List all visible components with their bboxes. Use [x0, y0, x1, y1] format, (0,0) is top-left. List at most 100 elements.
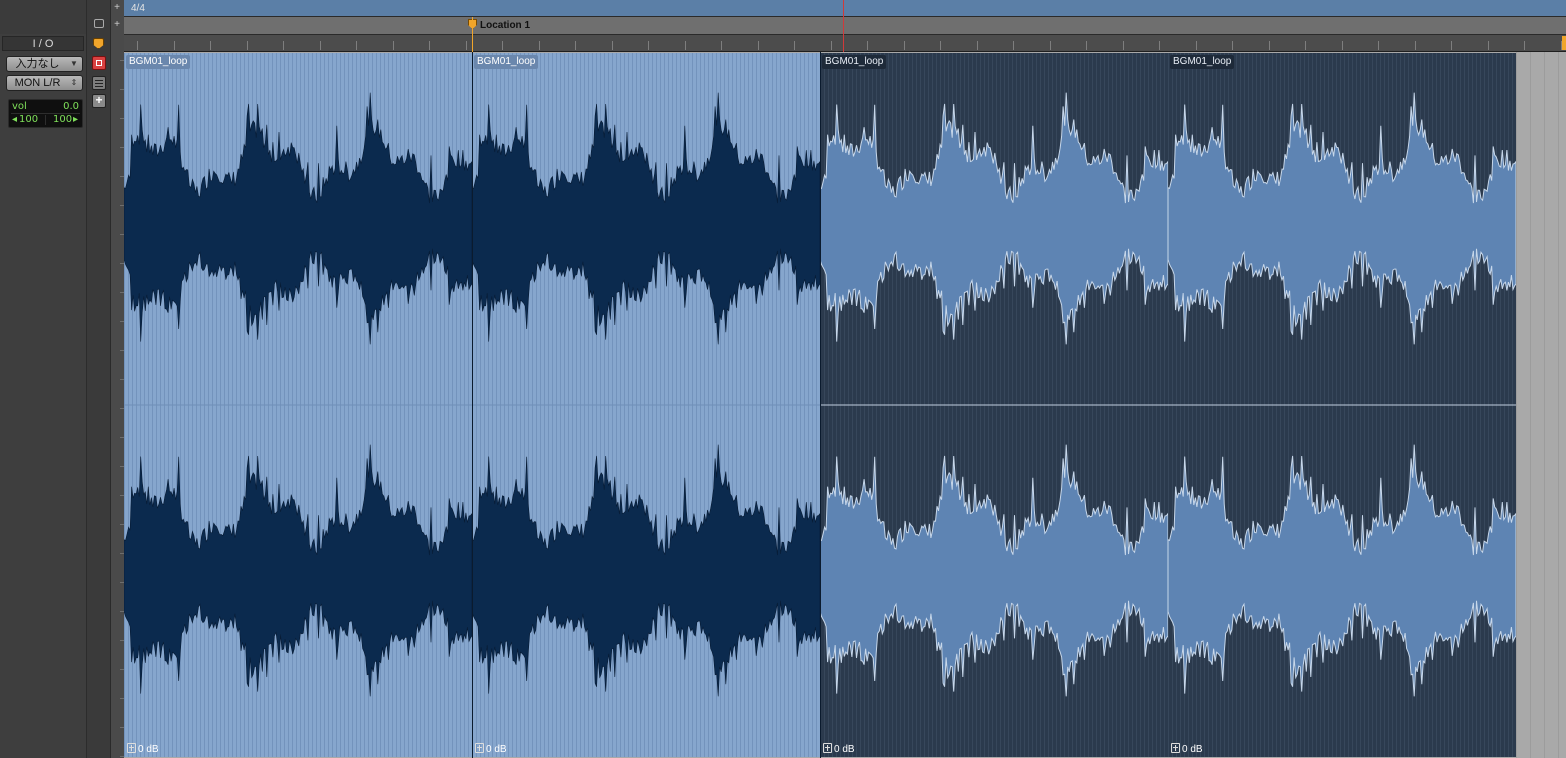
timeline-tick [1159, 41, 1160, 50]
audio-clip[interactable]: BGM01_loop 0 dB [472, 53, 820, 757]
timeline-tick [320, 41, 321, 50]
clip-boundary [820, 52, 821, 758]
timeline-tick [466, 41, 467, 50]
timeline-tick [977, 41, 978, 50]
clip-name: BGM01_loop [474, 55, 539, 69]
record-enable-glyph [96, 60, 102, 66]
clip-gain-icon [1171, 743, 1180, 753]
pan-row: ◂ 100 100 ▸ [11, 113, 80, 126]
grid-line [1544, 52, 1545, 758]
add-icon[interactable]: + [92, 94, 106, 108]
comment-lines [95, 80, 103, 81]
clip-name: BGM01_loop [822, 55, 887, 69]
location-marker-label: Location 1 [480, 20, 531, 31]
timeline-tick [1342, 41, 1343, 50]
timeline-tick [502, 41, 503, 50]
timeline-tick [685, 41, 686, 50]
track-header-panel: I / O 入力なし ▼ MON L/R ⇕ vol 0.0 ◂ 100 100… [0, 0, 86, 758]
timeline-tick [1050, 41, 1051, 50]
edit-window: I / O 入力なし ▼ MON L/R ⇕ vol 0.0 ◂ 100 100… [0, 0, 1566, 758]
timeline-tick [393, 41, 394, 50]
track-controls-column: + [86, 0, 110, 758]
pan-right-arrow-icon: ▸ [73, 114, 79, 125]
output-selector[interactable]: MON L/R ⇕ [6, 75, 83, 91]
marker-ruler[interactable]: Location 1 [124, 17, 1566, 35]
audio-clip[interactable]: BGM01_loop 0 dB [124, 53, 472, 757]
io-header: I / O [2, 36, 84, 51]
pan-right-value[interactable]: 100 [53, 114, 72, 126]
input-selector-label: 入力なし [15, 58, 60, 70]
timeline-tick [721, 41, 722, 50]
clip-gain-icon [475, 743, 484, 753]
audio-clip[interactable]: BGM01_loop 0 dB [1168, 53, 1516, 757]
selection-end-marker [1562, 36, 1566, 50]
comment-icon[interactable] [92, 76, 106, 90]
left-channel-waveform [820, 92, 1168, 345]
timeline-tick [904, 41, 905, 50]
timeline-tick [1415, 41, 1416, 50]
timeline-tick [612, 41, 613, 50]
header-spacer [0, 0, 86, 34]
right-channel-waveform [472, 444, 820, 697]
location-line [472, 17, 473, 52]
meter-label: 4/4 [131, 3, 145, 14]
plus-icon[interactable]: + [112, 20, 122, 30]
clip-gain[interactable]: 0 dB [823, 743, 855, 755]
timeline-tick [1232, 41, 1233, 50]
timeline-tick [648, 41, 649, 50]
pan-left-value[interactable]: 100 [19, 114, 38, 126]
clip-gain-value: 0 dB [834, 744, 855, 755]
timeline-tick [1488, 41, 1489, 50]
right-channel-waveform [124, 444, 472, 697]
track-playlist[interactable]: BGM01_loop 0 dB BGM01_loop 0 dB BGM01_lo… [124, 52, 1566, 758]
input-selector[interactable]: 入力なし ▼ [6, 56, 83, 72]
clip-name: BGM01_loop [126, 55, 191, 69]
volume-label: vol [12, 101, 27, 112]
timeline-tick [1305, 41, 1306, 50]
clip-gain-value: 0 dB [138, 744, 159, 755]
timeline-tick [1086, 41, 1087, 50]
volume-pan-display[interactable]: vol 0.0 ◂ 100 100 ▸ [8, 99, 83, 128]
timeline-tick [794, 41, 795, 50]
waveform [124, 92, 472, 697]
clip-gain-value: 0 dB [486, 744, 507, 755]
audio-clip[interactable]: BGM01_loop 0 dB [820, 53, 1168, 757]
waveform [472, 92, 820, 697]
stereo-output-icon: ⇕ [70, 78, 78, 87]
clip-gain-icon [823, 743, 832, 753]
grid-line [1558, 52, 1559, 758]
dropdown-arrow-icon: ▼ [70, 59, 78, 68]
meter-ruler[interactable]: 4/4 [124, 0, 1566, 17]
volume-row: vol 0.0 [12, 101, 79, 113]
timeline-tick [283, 41, 284, 50]
output-selector-label: MON L/R [14, 77, 61, 89]
right-channel-waveform [1168, 444, 1516, 697]
timeline-tick [1123, 41, 1124, 50]
collapse-icon[interactable] [94, 19, 104, 28]
playhead-cursor[interactable] [843, 0, 844, 52]
timeline-tick [137, 41, 138, 50]
plus-icon[interactable]: + [112, 3, 122, 13]
timeline-tick [1378, 41, 1379, 50]
timeline-tick [1196, 41, 1197, 50]
timeline-tick [1269, 41, 1270, 50]
waveform [820, 92, 1168, 697]
right-channel-waveform [820, 444, 1168, 697]
clip-gain-icon [127, 743, 136, 753]
clip-gain[interactable]: 0 dB [127, 743, 159, 755]
record-enable-icon[interactable] [92, 56, 106, 70]
clip-gain[interactable]: 0 dB [475, 743, 507, 755]
timeline-ruler[interactable] [124, 35, 1566, 52]
timeline-tick [210, 41, 211, 50]
clip-gain-value: 0 dB [1182, 744, 1203, 755]
pan-left-arrow-icon: ◂ [12, 114, 18, 125]
left-channel-waveform [1168, 92, 1516, 345]
clip-gain[interactable]: 0 dB [1171, 743, 1203, 755]
marker-icon[interactable] [93, 38, 104, 49]
timeline-tick [831, 41, 832, 50]
timeline-tick [575, 41, 576, 50]
left-channel-waveform [124, 92, 472, 345]
timeline-tick [1524, 41, 1525, 50]
volume-value[interactable]: 0.0 [63, 101, 79, 113]
grid-line [1516, 52, 1517, 758]
